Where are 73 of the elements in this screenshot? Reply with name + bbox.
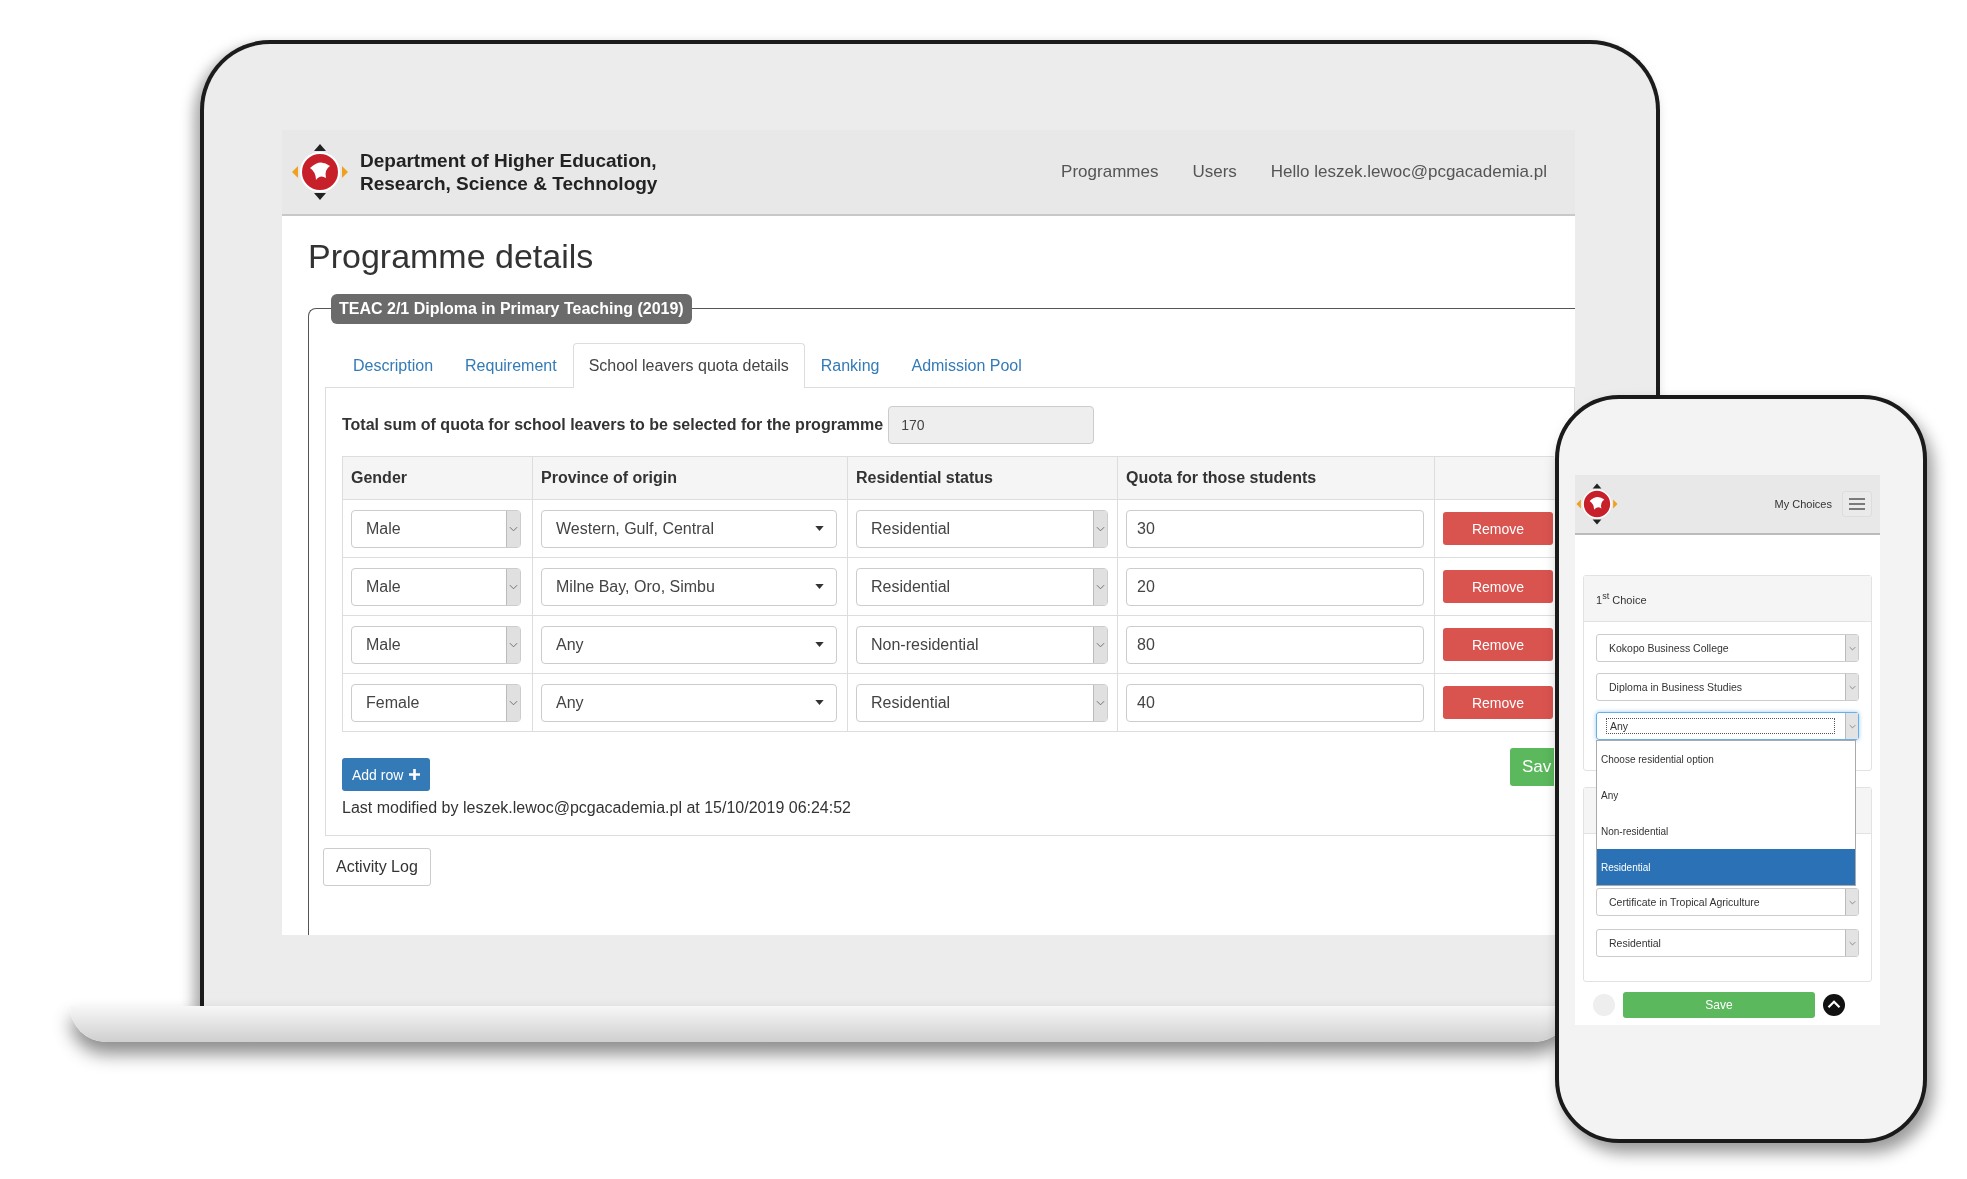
province-select[interactable]: Milne Bay, Oro, Simbu — [541, 567, 837, 606]
caret-icon — [815, 526, 824, 531]
quota-field[interactable]: 40 — [1126, 683, 1424, 722]
chevron-down-icon — [1848, 684, 1856, 690]
org-name: Research, Science & Technology — [360, 172, 658, 195]
gender-select[interactable]: Male — [351, 509, 521, 548]
emblem-logo — [290, 142, 350, 202]
dropdown-option[interactable]: Any — [1597, 777, 1855, 813]
chevron-down-icon — [509, 525, 518, 532]
chevron-down-icon — [1848, 723, 1856, 729]
nav-link[interactable]: Hello leszek.lewoc@pcgacademia.pl — [1270, 162, 1547, 182]
column-header: Province of origin — [533, 457, 848, 500]
remove-button[interactable]: Remove — [1443, 570, 1553, 603]
tab[interactable]: Requirement — [449, 343, 573, 388]
caret-icon — [815, 642, 824, 647]
gender-select[interactable]: Male — [351, 625, 521, 664]
caret-icon — [815, 700, 824, 705]
residential-select[interactable]: Residential — [856, 567, 1108, 606]
column-header: Quota for those students — [1118, 457, 1435, 500]
dropdown-option[interactable]: Non-residential — [1597, 813, 1855, 849]
chevron-down-icon — [1096, 699, 1105, 706]
gender-select[interactable]: Male — [351, 567, 521, 606]
residential-select[interactable]: Residential — [856, 683, 1108, 722]
chevron-down-icon — [1096, 525, 1105, 532]
choice-select[interactable]: Certificate in Tropical Agriculture — [1596, 888, 1859, 916]
tab[interactable]: School leavers quota details — [572, 343, 805, 388]
gender-select[interactable]: Female — [351, 683, 521, 722]
column-header: Residential status — [848, 457, 1118, 500]
page-title: Programme details — [308, 236, 595, 276]
chevron-down-icon — [509, 641, 518, 648]
menu-button[interactable] — [1842, 491, 1872, 517]
residential-select[interactable]: Residential — [856, 509, 1108, 548]
programme-legend: TEAC 2/1 Diploma in Primary Teaching (2019) — [331, 294, 692, 324]
add-row-button[interactable]: Add row — [342, 758, 431, 791]
province-select[interactable]: Western, Gulf, Central — [541, 509, 837, 548]
chevron-down-icon — [1848, 899, 1856, 905]
quota-total-field[interactable]: 170 — [888, 406, 1095, 444]
choice-select[interactable]: Kokopo Business College — [1596, 634, 1859, 662]
chevron-down-icon — [1096, 583, 1105, 590]
province-select[interactable]: Any — [541, 625, 837, 664]
activity-log-button[interactable]: Activity Log — [323, 848, 431, 886]
chevron-down-icon — [1848, 645, 1856, 651]
scroll-up-icon[interactable] — [1823, 994, 1845, 1016]
quota-total-label: Total sum of quota for school leavers to be selected for the programme — [342, 416, 884, 434]
tab[interactable]: Ranking — [804, 343, 896, 388]
column-header: Gender — [343, 457, 533, 500]
nav-link[interactable]: Programmes — [1061, 162, 1159, 182]
quota-field[interactable]: 30 — [1126, 509, 1424, 548]
choice-select[interactable]: Diploma in Business Studies — [1596, 673, 1859, 701]
caret-icon — [815, 584, 824, 589]
quota-field[interactable]: 20 — [1126, 567, 1424, 606]
chevron-down-icon — [509, 583, 518, 590]
chevron-down-icon — [1096, 641, 1105, 648]
dropdown-option[interactable]: Residential — [1597, 849, 1855, 885]
remove-button[interactable]: Remove — [1443, 628, 1553, 661]
remove-button[interactable]: Remove — [1443, 686, 1553, 719]
remove-button[interactable]: Remove — [1443, 512, 1553, 545]
choice-select[interactable]: Residential — [1596, 929, 1859, 957]
dropdown-option[interactable]: Choose residential option — [1597, 741, 1855, 777]
nav-link[interactable]: My Choices — [1774, 498, 1832, 510]
chevron-down-icon — [1848, 940, 1856, 946]
org-name: Department of Higher Education, — [360, 149, 658, 172]
choice-title: 1$^{st}$ Choice — [1596, 591, 1647, 606]
tab[interactable]: Admission Pool — [895, 343, 1038, 388]
menu-icon — [1849, 498, 1865, 510]
quota-field[interactable]: 80 — [1126, 625, 1424, 664]
tab[interactable]: Description — [337, 343, 450, 388]
chevron-down-icon — [509, 699, 518, 706]
province-select[interactable]: Any — [541, 683, 837, 722]
plus-icon — [409, 769, 421, 780]
last-modified-text: Last modified by leszek.lewoc@pcgacademia.pl at 15/10/2019 06:24:52 — [342, 799, 852, 817]
nav-link[interactable]: Users — [1192, 162, 1237, 182]
residential-select[interactable]: Non-residential — [856, 625, 1108, 664]
